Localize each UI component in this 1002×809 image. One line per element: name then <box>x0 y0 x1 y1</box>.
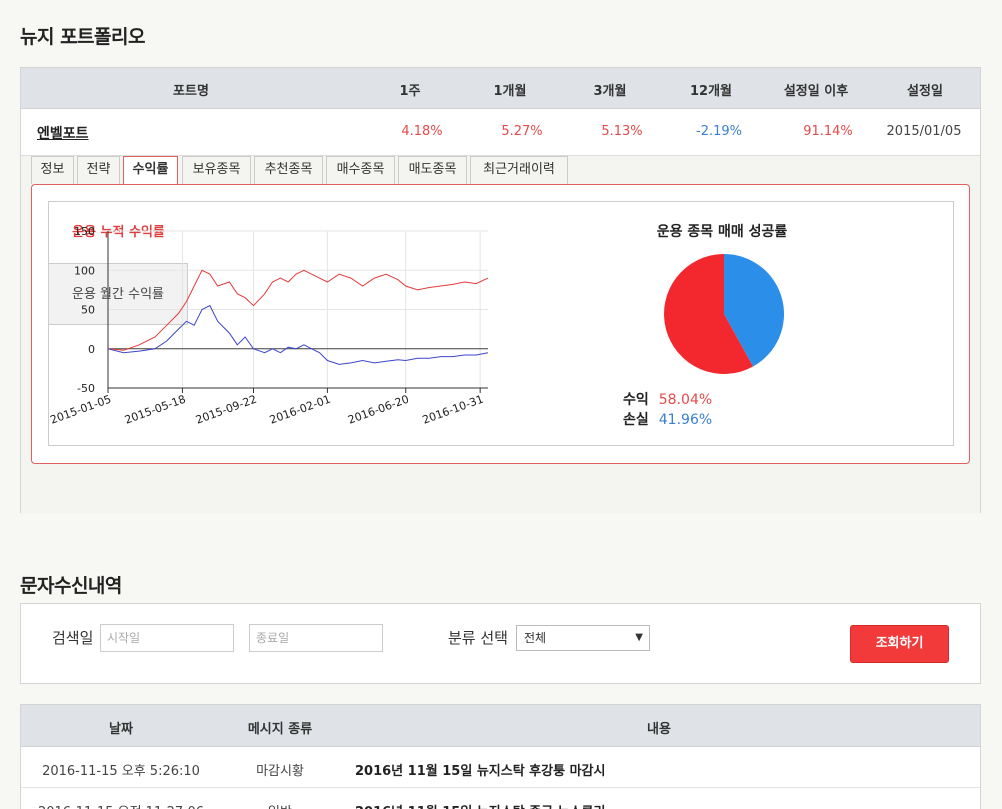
header-12month: 12개월 <box>689 84 733 99</box>
search-button[interactable]: 조회하기 <box>850 625 949 663</box>
row-content: 2016년 11월 15일 뉴지스탁 중국 뉴스클리 <box>355 801 605 809</box>
y-tick-label: 100 <box>74 264 95 277</box>
tab-recent-trades[interactable]: 최근거래이력 <box>470 156 568 184</box>
tab-recommended[interactable]: 추천종목 <box>254 156 323 184</box>
row-date: 2016-11-15 오후 5:26:10 <box>42 764 200 779</box>
return-3month: 5.13% <box>601 124 643 139</box>
pie-chart-title: 운용 종목 매매 성공률 <box>656 224 788 240</box>
header-content: 내용 <box>647 722 671 737</box>
header-1month: 1개월 <box>493 84 527 99</box>
row-date: 2016-11-15 오전 11:27:06 <box>38 801 204 809</box>
success-rate-pie-chart <box>664 254 785 374</box>
legend-profit-value: 58.04% <box>658 392 713 408</box>
header-1week: 1주 <box>399 84 421 99</box>
portfolio-panel: 포트명 1주 1개월 3개월 12개월 설정일 이후 설정일 엔벨포트 4.18… <box>20 67 981 513</box>
sms-section-title: 문자수신내역 <box>20 575 122 597</box>
category-select[interactable]: 전체 ▼ <box>516 625 650 651</box>
y-tick-label: 150 <box>74 225 95 238</box>
category-selected-value: 전체 <box>524 631 547 645</box>
header-since-start: 설정일 이후 <box>783 84 849 99</box>
return-since-start: 91.14% <box>803 124 853 139</box>
x-tick-label: 2016-02-01 <box>268 393 333 427</box>
x-tick-label: 2015-01-05 <box>48 393 113 427</box>
sms-table-header: 날짜 메시지 종류 내용 <box>21 705 980 747</box>
x-tick-label: 2015-05-18 <box>123 393 188 427</box>
header-3month: 3개월 <box>593 84 627 99</box>
tab-info[interactable]: 정보 <box>31 156 74 184</box>
return-1month: 5.27% <box>501 124 543 139</box>
tab-buy[interactable]: 매수종목 <box>326 156 395 184</box>
series-line-1 <box>107 304 489 365</box>
x-tick-label: 2016-10-31 <box>421 393 486 427</box>
start-date: 2015/01/05 <box>886 124 962 139</box>
portfolio-name-link[interactable]: 엔벨포트 <box>37 123 89 143</box>
portfolio-section-title: 뉴지 포트폴리오 <box>20 26 145 48</box>
legend-loss: 손실 41.96% <box>623 409 712 429</box>
returns-tab-content: 운용 누적 수익률 운용 월간 수익률 150 100 50 0 -50 2015-01-… <box>31 184 970 464</box>
header-date: 날짜 <box>109 722 133 737</box>
y-tick-label: 50 <box>81 304 95 317</box>
header-message-type: 메시지 종류 <box>247 722 313 737</box>
header-port-name: 포트명 <box>173 84 209 99</box>
category-label: 분류 선택 <box>448 629 508 647</box>
series-line-0 <box>107 269 489 351</box>
legend-profit-label: 수익 <box>623 392 649 408</box>
y-tick-label: -50 <box>77 382 95 395</box>
start-date-input[interactable]: 시작일 <box>100 624 234 652</box>
table-row[interactable]: 2016-11-15 오전 11:27:06 일반 2016년 11월 15일 … <box>21 788 980 809</box>
sms-search-panel: 검색일 시작일 종료일 분류 선택 전체 ▼ 조회하기 <box>20 603 981 684</box>
sms-table: 날짜 메시지 종류 내용 2016-11-15 오후 5:26:10 마감시황 … <box>20 704 981 809</box>
row-type: 마감시황 <box>256 764 304 779</box>
end-date-input[interactable]: 종료일 <box>249 624 383 652</box>
portfolio-table-header: 포트명 1주 1개월 3개월 12개월 설정일 이후 설정일 <box>21 68 980 109</box>
tab-holdings[interactable]: 보유종목 <box>182 156 251 184</box>
return-1week: 4.18% <box>401 124 443 139</box>
tab-strategy[interactable]: 전략 <box>77 156 120 184</box>
row-content: 2016년 11월 15일 뉴지스탁 후강퉁 마감시 <box>355 764 606 779</box>
row-type: 일반 <box>268 801 292 809</box>
legend-profit: 수익 58.04% <box>623 389 712 409</box>
returns-inner-panel: 운용 누적 수익률 운용 월간 수익률 150 100 50 0 -50 2015-01-… <box>48 201 954 446</box>
dropdown-arrow-icon: ▼ <box>635 632 643 643</box>
table-row[interactable]: 2016-11-15 오후 5:26:10 마감시황 2016년 11월 15일… <box>21 747 980 788</box>
tab-sell[interactable]: 매도종목 <box>398 156 467 184</box>
y-tick-label: 0 <box>88 343 95 356</box>
tab-returns[interactable]: 수익률 <box>123 156 178 186</box>
portfolio-row: 엔벨포트 4.18% 5.27% 5.13% -2.19% 91.14% 201… <box>21 109 980 156</box>
search-date-label: 검색일 <box>52 629 94 647</box>
return-12month: -2.19% <box>696 124 742 139</box>
cumulative-returns-chart: 150 100 50 0 -502015-01-05 2015-05-18 2015-09-… <box>48 225 489 427</box>
legend-loss-label: 손실 <box>623 412 649 428</box>
x-tick-label: 2015-09-22 <box>194 393 259 427</box>
x-tick-label: 2016-06-20 <box>346 393 411 427</box>
header-start-date: 설정일 <box>907 84 943 99</box>
legend-loss-value: 41.96% <box>658 412 713 428</box>
